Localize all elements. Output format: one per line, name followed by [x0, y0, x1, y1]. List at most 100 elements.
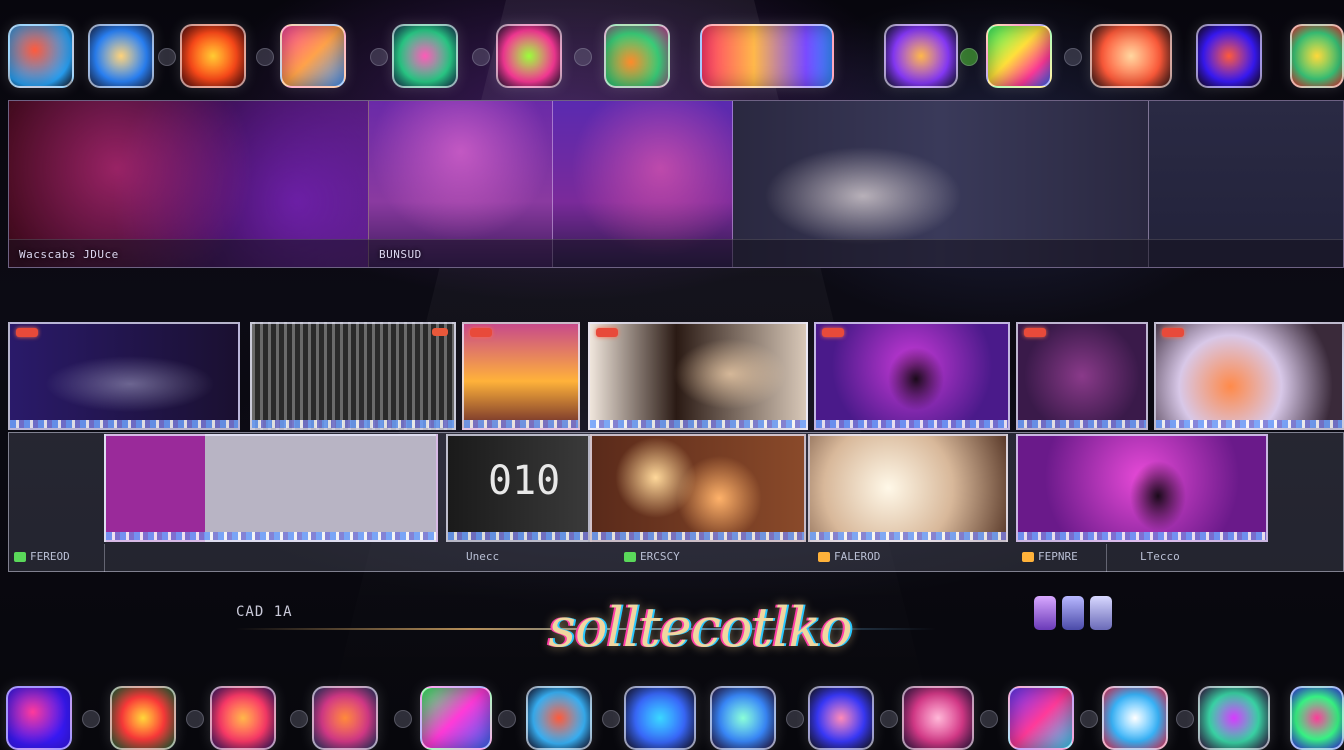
app-icon-8[interactable]	[700, 24, 834, 88]
clip-thumbnail[interactable]	[808, 434, 1008, 542]
clip-label: ERCSCY	[640, 550, 680, 563]
clip-thumbnail[interactable]	[250, 322, 456, 430]
clip-label-chip	[14, 552, 26, 562]
clip-progress-bar	[816, 420, 1008, 428]
separator-dot	[1176, 710, 1194, 728]
app-icon-10[interactable]	[986, 24, 1052, 88]
separator-dot	[1064, 48, 1082, 66]
app-icon-1[interactable]	[8, 24, 74, 88]
app-icon-b2[interactable]	[110, 686, 176, 750]
clip-progress-bar	[1018, 532, 1266, 540]
mini-swatch	[1062, 596, 1084, 630]
record-indicator	[470, 328, 492, 337]
clip-thumbnail[interactable]: 010	[446, 434, 590, 542]
record-indicator	[1024, 328, 1046, 337]
clip-progress-bar	[464, 420, 578, 428]
separator-dot	[82, 710, 100, 728]
separator-dot	[256, 48, 274, 66]
glitch-title: solltecotlko	[548, 596, 852, 659]
app-icon-5[interactable]	[392, 24, 458, 88]
clip-thumbnail[interactable]	[104, 434, 438, 542]
app-icon-12[interactable]	[1196, 24, 1262, 88]
record-indicator	[596, 328, 618, 337]
app-icon-b11[interactable]	[1008, 686, 1074, 750]
hero-caption-left: Wacscabs JDUce	[19, 248, 119, 261]
record-indicator	[822, 328, 844, 337]
clip-progress-bar	[592, 532, 804, 540]
clip-thumbnail[interactable]	[8, 322, 240, 430]
clip-thumbnail[interactable]	[462, 322, 580, 430]
separator-dot	[786, 710, 804, 728]
clip-label: FALEROD	[834, 550, 881, 563]
mini-swatch	[1034, 596, 1056, 630]
app-icon-b1[interactable]	[6, 686, 72, 750]
separator-dot	[370, 48, 388, 66]
clip-progress-bar	[590, 420, 806, 428]
clip-label: FEREOD	[30, 550, 70, 563]
clip-progress-bar	[106, 532, 436, 540]
clip-progress-bar	[1018, 420, 1146, 428]
app-icon-7[interactable]	[604, 24, 670, 88]
record-indicator	[16, 328, 38, 337]
label-divider	[104, 544, 105, 572]
record-indicator	[432, 328, 448, 336]
app-icon-3[interactable]	[180, 24, 246, 88]
separator-dot	[980, 710, 998, 728]
record-indicator	[1162, 328, 1184, 337]
app-icon-2[interactable]	[88, 24, 154, 88]
separator-dot	[186, 710, 204, 728]
app-icon-b7[interactable]	[624, 686, 696, 750]
hero-caption-mid: BUNSUD	[379, 248, 422, 261]
app-icon-b6[interactable]	[526, 686, 592, 750]
clip-thumbnail[interactable]	[1016, 434, 1268, 542]
app-icon-b3[interactable]	[210, 686, 276, 750]
clip-overlay-digits: 010	[488, 458, 561, 504]
app-icon-row-top	[0, 24, 1344, 94]
clip-progress-bar	[252, 420, 454, 428]
hero-strip: Wacscabs JDUce BUNSUD	[8, 100, 1344, 268]
app-icon-b8[interactable]	[710, 686, 776, 750]
clip-label: Unecc	[466, 550, 500, 563]
clip-progress-bar	[10, 420, 238, 428]
clip-progress-bar	[1156, 420, 1342, 428]
app-icon-b4[interactable]	[312, 686, 378, 750]
clip-thumbnail[interactable]	[590, 434, 806, 542]
small-caption: CAD 1A	[236, 604, 293, 620]
app-icon-13[interactable]	[1290, 24, 1344, 88]
app-icon-b10[interactable]	[902, 686, 974, 750]
separator-dot	[602, 710, 620, 728]
app-icon-row-bottom	[0, 686, 1344, 750]
clip-label: FEPNRE	[1038, 550, 1078, 563]
clip-label-chip	[624, 552, 636, 562]
separator-dot	[290, 710, 308, 728]
separator-dot	[394, 710, 412, 728]
app-icon-b14[interactable]	[1290, 686, 1344, 750]
clip-label-chip	[818, 552, 830, 562]
separator-dot	[498, 710, 516, 728]
app-icon-11[interactable]	[1090, 24, 1172, 88]
label-divider	[1106, 544, 1107, 572]
clip-thumbnail[interactable]	[1016, 322, 1148, 430]
clip-thumbnail[interactable]	[1154, 322, 1344, 430]
clip-progress-bar	[448, 532, 588, 540]
app-icon-b12[interactable]	[1102, 686, 1168, 750]
separator-dot	[472, 48, 490, 66]
clip-thumbnail[interactable]	[814, 322, 1010, 430]
clip-thumbnail[interactable]	[588, 322, 808, 430]
app-icon-b5[interactable]	[420, 686, 492, 750]
app-icon-4[interactable]	[280, 24, 346, 88]
hero-footer	[9, 239, 1343, 267]
clip-label-chip	[1022, 552, 1034, 562]
separator-dot	[960, 48, 978, 66]
mini-swatch	[1090, 596, 1112, 630]
separator-dot	[1080, 710, 1098, 728]
clip-label: LTecco	[1140, 550, 1180, 563]
separator-dot	[158, 48, 176, 66]
app-icon-6[interactable]	[496, 24, 562, 88]
separator-dot	[880, 710, 898, 728]
app-icon-b9[interactable]	[808, 686, 874, 750]
separator-dot	[574, 48, 592, 66]
clip-progress-bar	[810, 532, 1006, 540]
app-icon-b13[interactable]	[1198, 686, 1270, 750]
app-icon-9[interactable]	[884, 24, 958, 88]
